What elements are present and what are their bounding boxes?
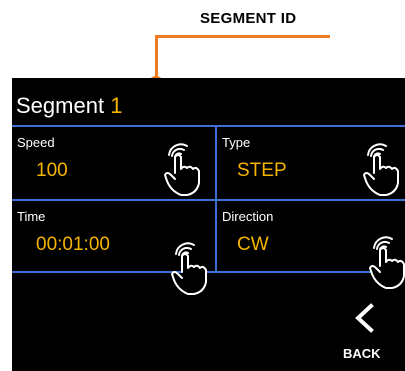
chevron-left-icon[interactable] [349,303,379,333]
touch-hand-icon [164,143,200,196]
type-label: Type [222,135,251,150]
type-value: STEP [237,160,287,181]
callout-leader-horizontal [155,35,330,38]
time-value: 00:01:00 [36,234,110,255]
segment-title: Segment 1 [16,93,122,119]
speed-label: Speed [17,135,55,150]
direction-value: CW [237,234,269,255]
touch-hand-icon [171,242,207,295]
speed-value: 100 [36,160,68,181]
time-label: Time [17,209,46,224]
direction-label: Direction [222,209,274,224]
segment-id-number: 1 [110,93,123,118]
device-screen: Segment 1 Speed 100 Type STEP Time 00:01… [12,78,405,371]
touch-hand-icon [369,236,405,289]
back-button-label[interactable]: BACK [343,346,381,361]
segment-id-callout-label: SEGMENT ID [200,10,297,27]
touch-hand-icon [363,143,399,196]
segment-title-label: Segment [16,93,105,118]
